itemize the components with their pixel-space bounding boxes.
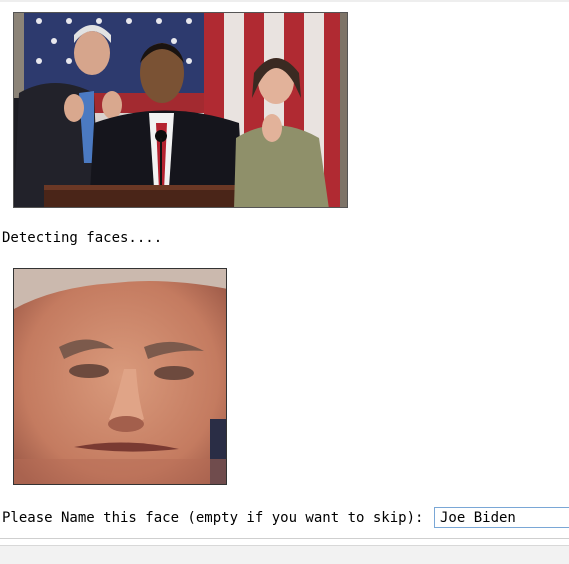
input-photo <box>13 12 348 208</box>
face-name-input[interactable] <box>434 507 569 528</box>
bottom-divider <box>0 538 569 539</box>
bottom-bar <box>0 545 569 564</box>
detected-face-crop <box>13 268 227 485</box>
status-message: Detecting faces.... <box>2 230 163 246</box>
name-prompt-label: Please Name this face (empty if you want… <box>2 510 432 526</box>
top-divider <box>0 0 569 2</box>
name-prompt-row: Please Name this face (empty if you want… <box>2 507 432 529</box>
